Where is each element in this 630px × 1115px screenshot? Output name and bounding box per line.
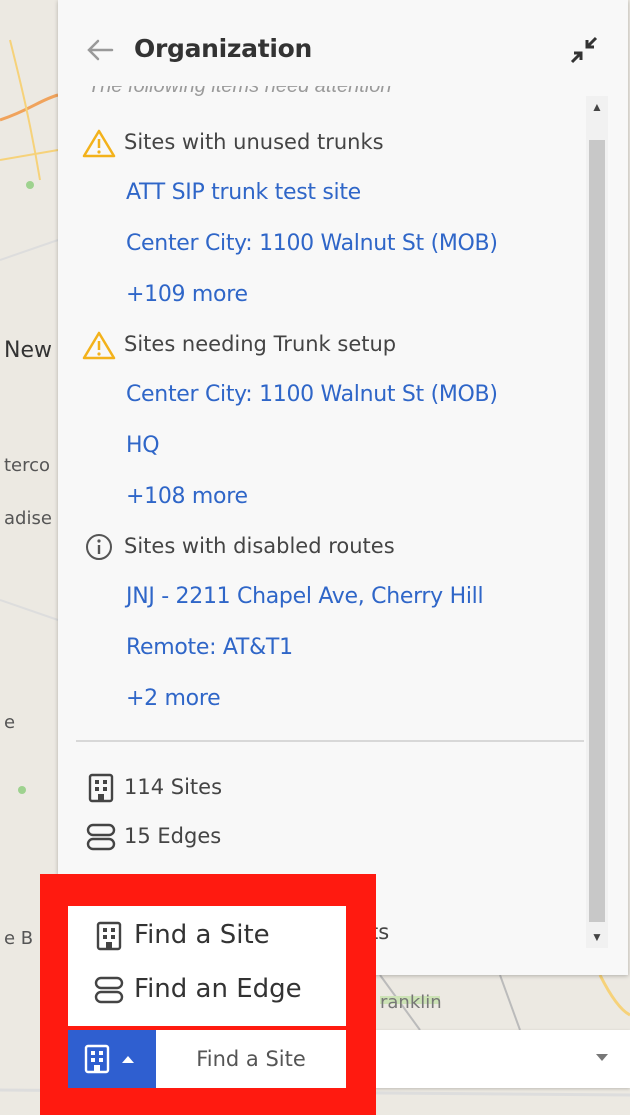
- organization-panel: Organization The following items need at…: [58, 0, 628, 975]
- stat-label: 114 Sites: [124, 775, 223, 799]
- page-title: Organization: [134, 34, 313, 63]
- stat-edges: 15 Edges: [86, 822, 386, 854]
- chevron-down-icon[interactable]: [596, 1054, 608, 1061]
- site-link[interactable]: ATT SIP trunk test site: [126, 180, 361, 205]
- site-link[interactable]: Remote: AT&T1: [126, 635, 293, 660]
- site-link[interactable]: Center City: 1100 Walnut St (MOB): [126, 231, 498, 256]
- scroll-down-icon[interactable]: ▼: [586, 926, 608, 948]
- find-selector: Find a Site: [68, 1030, 346, 1088]
- stat-label: 15 Edges: [124, 824, 222, 848]
- map-label: adise: [4, 508, 52, 529]
- more-link[interactable]: +2 more: [126, 686, 221, 711]
- server-icon: [94, 976, 124, 1004]
- find-type-button[interactable]: [68, 1030, 156, 1088]
- menu-item-find-site[interactable]: Find a Site: [94, 920, 344, 956]
- info-icon: [86, 534, 112, 560]
- menu-item-label: Find an Edge: [134, 974, 302, 1004]
- menu-item-label: Find a Site: [134, 920, 270, 950]
- site-link[interactable]: JNJ - 2211 Chapel Ave, Cherry Hill: [126, 584, 484, 609]
- building-icon: [96, 921, 122, 951]
- arrow-left-icon[interactable]: [82, 32, 118, 68]
- map-label: e B: [4, 928, 34, 949]
- building-icon: [88, 773, 114, 803]
- map-label: New: [4, 338, 52, 363]
- section-heading-unused-trunks: Sites with unused trunks: [82, 128, 542, 160]
- section-heading-label: Sites with unused trunks: [124, 130, 384, 154]
- warning-icon: [82, 129, 116, 158]
- scrollbar-thumb[interactable]: [589, 140, 605, 922]
- warning-icon: [82, 331, 116, 360]
- more-link[interactable]: +108 more: [126, 484, 248, 509]
- chevron-up-icon: [122, 1056, 134, 1063]
- building-icon: [84, 1044, 110, 1074]
- collapse-arrows-icon[interactable]: [568, 34, 600, 66]
- stat-sites: 114 Sites: [86, 773, 386, 805]
- scrollbar[interactable]: ▲ ▼: [586, 96, 608, 948]
- site-link[interactable]: Center City: 1100 Walnut St (MOB): [126, 382, 498, 407]
- site-link[interactable]: HQ: [126, 433, 160, 458]
- more-link[interactable]: +109 more: [126, 282, 248, 307]
- section-heading-disabled-routes: Sites with disabled routes: [82, 532, 542, 564]
- section-heading-label: Sites with disabled routes: [124, 534, 395, 558]
- map-label: ranklin: [380, 992, 442, 1013]
- attention-intro-text: The following items need attention: [88, 86, 392, 97]
- section-heading-label: Sites needing Trunk setup: [124, 332, 397, 356]
- map-label: e: [4, 712, 16, 733]
- scroll-up-icon[interactable]: ▲: [586, 96, 608, 118]
- server-icon: [86, 823, 116, 851]
- find-type-selected-label[interactable]: Find a Site: [156, 1030, 346, 1088]
- menu-item-find-edge[interactable]: Find an Edge: [94, 974, 344, 1010]
- divider: [76, 740, 584, 742]
- find-type-menu: Find a Site Find an Edge: [68, 906, 346, 1026]
- section-heading-trunk-setup: Sites needing Trunk setup: [82, 330, 542, 362]
- panel-header: Organization: [58, 0, 628, 96]
- map-label: terco: [4, 455, 51, 476]
